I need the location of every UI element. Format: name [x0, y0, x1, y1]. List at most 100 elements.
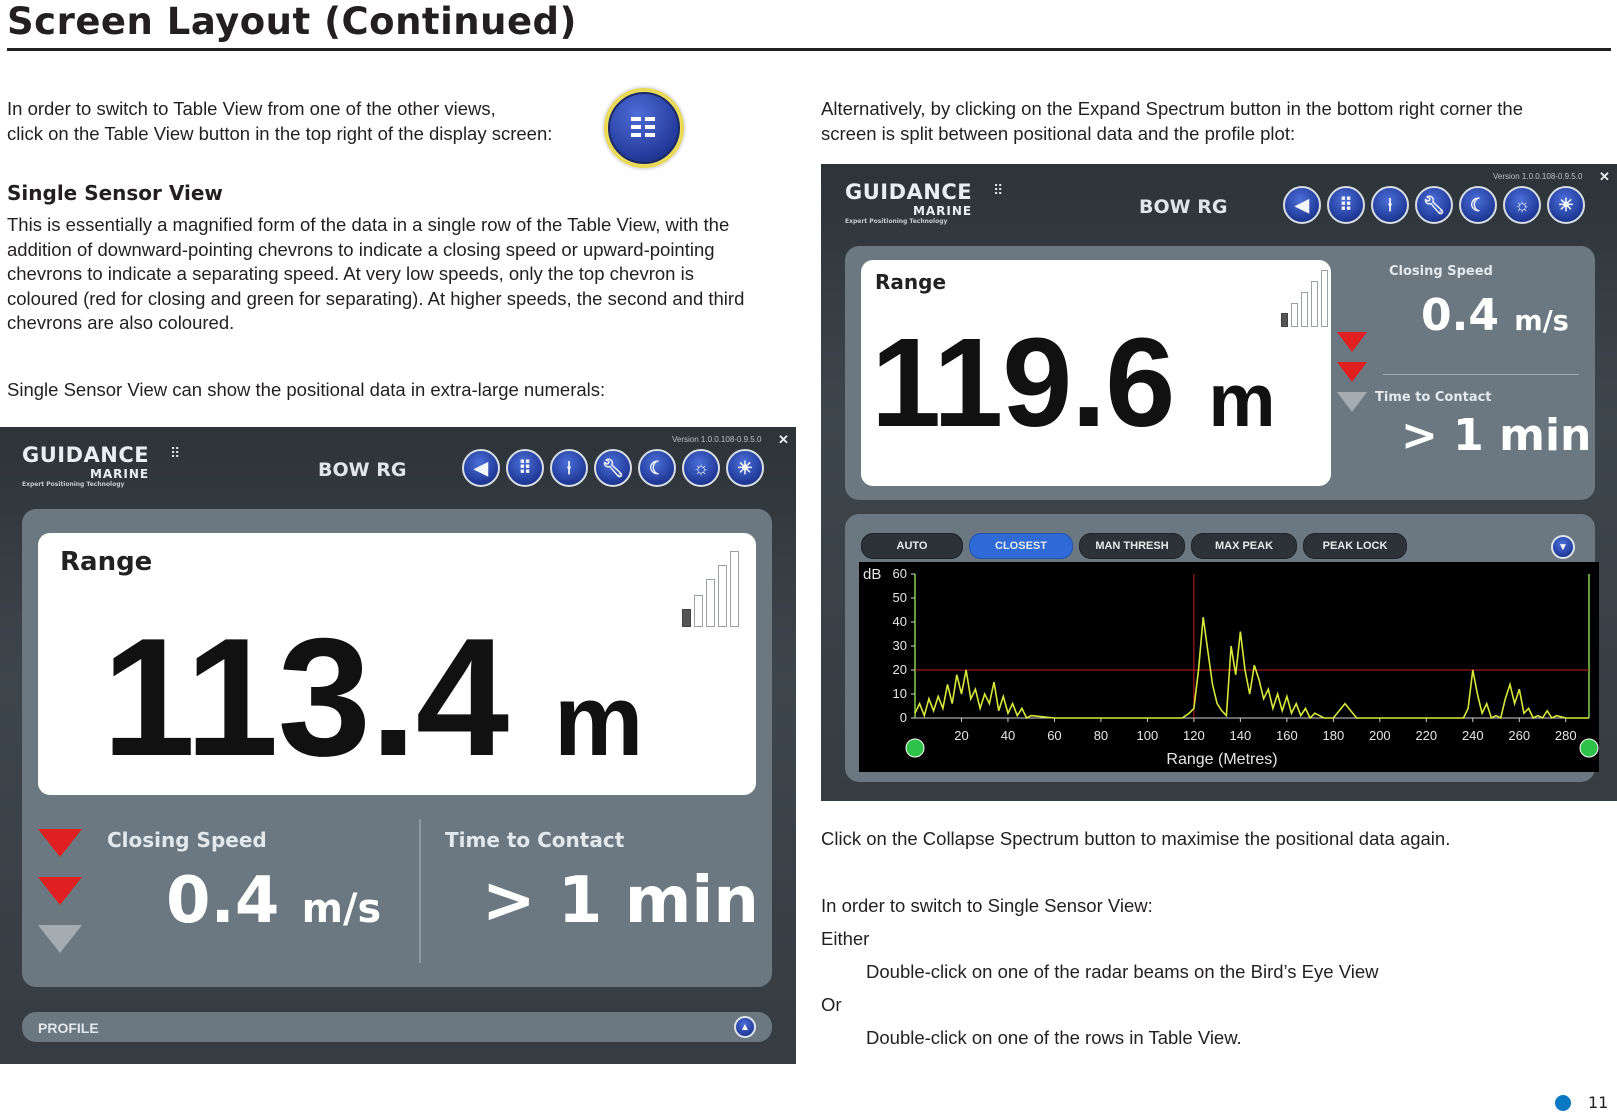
mode-man-thresh-button[interactable]: MAN THRESH [1079, 533, 1185, 559]
sensor-name: BOW RG [1139, 196, 1228, 218]
x-tick-label: 220 [1415, 728, 1437, 743]
table-view-button-sample [604, 88, 684, 168]
spectrum-plot: 0 10 20 30 40 50 60 20 40 60 80 100 120 140 160 180 200 2… [863, 566, 1599, 768]
divider [1383, 374, 1579, 375]
time-to-contact-label: Time to Contact [1375, 390, 1492, 405]
profile-bar[interactable]: PROFILE ▲ [22, 1012, 772, 1042]
closing-number: 0.4 [166, 864, 280, 938]
closing-speed-value: 0.4 m/s [1421, 294, 1569, 338]
intro-text-left: In order to switch to Table View from on… [7, 97, 552, 146]
closing-chevron-icon [1337, 332, 1367, 352]
y-tick-label: 0 [900, 710, 907, 725]
range-unit: m [553, 665, 644, 777]
mode-auto-button[interactable]: AUTO [861, 533, 963, 559]
mode-peak-lock-button[interactable]: PEAK LOCK [1303, 533, 1407, 559]
page-title: Screen Layout (Continued) [7, 0, 577, 43]
close-icon[interactable]: ✕ [778, 432, 789, 448]
range-value: 119.6 m [871, 320, 1276, 446]
logo-dots-icon: ⠿ [170, 445, 181, 461]
x-tick-label: 140 [1230, 728, 1252, 743]
y-tick-label: 20 [893, 662, 907, 677]
left-range-handle-icon[interactable] [905, 738, 925, 758]
brightness-up-icon[interactable]: ☀ [726, 449, 764, 487]
table-view-icon [608, 92, 680, 164]
desc-line: This is essentially a magnified form of … [7, 214, 730, 235]
spectrum-chart: 0 10 20 30 40 50 60 20 40 60 80 100 120 140 160 180 200 2… [859, 562, 1599, 772]
right-intro-line-2: screen is split between positional data … [821, 122, 1296, 144]
right-intro-line-1: Alternatively, by clicking on the Expand… [821, 98, 1524, 119]
close-icon[interactable]: ✕ [1599, 169, 1610, 185]
intro-text-right: Alternatively, by clicking on the Expand… [821, 97, 1523, 146]
switch-instructions: In order to switch to Single Sensor View… [821, 895, 1153, 916]
y-axis-label: dB [863, 566, 881, 583]
beacon-icon[interactable]: ⍿ [1371, 186, 1409, 224]
desc-line: chevrons are also coloured. [7, 312, 235, 333]
title-rule [7, 48, 1611, 51]
table-view-icon[interactable]: ⠿ [506, 449, 544, 487]
back-arrow-icon[interactable]: ◀ [462, 449, 500, 487]
closing-speed-value: 0.4 m/s [166, 869, 381, 933]
expanded-spectrum-screenshot: GUIDANCE MARINE Expert Positioning Techn… [821, 164, 1617, 801]
signal-strength-icon [682, 551, 739, 627]
range-unit: m [1208, 359, 1275, 443]
y-tick-label: 10 [893, 686, 907, 701]
x-tick-label: 60 [1047, 728, 1061, 743]
night-mode-icon[interactable]: ☾ [1459, 186, 1497, 224]
closing-speed-label: Closing Speed [1389, 264, 1493, 279]
range-number: 119.6 [871, 312, 1175, 453]
range-value: 113.4 m [102, 613, 644, 781]
range-label: Range [875, 270, 947, 294]
wrench-icon[interactable]: 🔧︎ [1415, 186, 1453, 224]
or-label: Or [821, 994, 842, 1015]
version-label: Version 1.0.0.108-0.9.5.0 [1493, 172, 1583, 181]
single-sensor-description: This is essentially a magnified form of … [7, 213, 744, 336]
collapse-spectrum-text: Click on the Collapse Spectrum button to… [821, 828, 1451, 849]
inactive-chevron-icon [1337, 392, 1367, 412]
sensor-name: BOW RG [318, 459, 407, 481]
x-tick-label: 160 [1276, 728, 1298, 743]
section-heading: Single Sensor View [7, 181, 223, 205]
wrench-icon[interactable]: 🔧︎ [594, 449, 632, 487]
desc-line: addition of downward-pointing chevrons t… [7, 238, 715, 260]
x-axis-label: Range (Metres) [1166, 751, 1277, 768]
intro-line-1: In order to switch to Table View from on… [7, 98, 496, 119]
mode-closest-button[interactable]: CLOSEST [969, 533, 1073, 559]
toolbar-icons: ◀ ⠿ ⍿ 🔧︎ ☾ ☼ ☀ [1283, 186, 1585, 224]
right-range-handle-icon[interactable] [1579, 738, 1599, 758]
closing-unit: m/s [1514, 306, 1569, 337]
brightness-down-icon[interactable]: ☼ [682, 449, 720, 487]
night-mode-icon[interactable]: ☾ [638, 449, 676, 487]
mode-max-peak-button[interactable]: MAX PEAK [1191, 533, 1297, 559]
guidance-marine-logo: GUIDANCE MARINE Expert Positioning Techn… [22, 443, 150, 488]
x-tick-label: 200 [1369, 728, 1391, 743]
x-tick-label: 280 [1555, 728, 1577, 743]
signal-strength-icon [1281, 270, 1328, 327]
closing-unit: m/s [301, 886, 382, 932]
x-tick-label: 100 [1137, 728, 1159, 743]
expand-spectrum-icon[interactable]: ▲ [734, 1016, 756, 1038]
toolbar-icons: ◀ ⠿ ⍿ 🔧︎ ☾ ☼ ☀ [462, 449, 764, 487]
option-2-text: Double-click on one of the rows in Table… [866, 1027, 1242, 1048]
range-number: 113.4 [102, 603, 509, 791]
x-tick-label: 20 [954, 728, 968, 743]
either-label: Either [821, 928, 870, 949]
table-view-icon[interactable]: ⠿ [1327, 186, 1365, 224]
time-to-contact-label: Time to Contact [445, 828, 625, 852]
spectrum-trace [914, 617, 1589, 720]
brightness-up-icon[interactable]: ☀ [1547, 186, 1585, 224]
brightness-down-icon[interactable]: ☼ [1503, 186, 1541, 224]
page-dot-icon [1555, 1095, 1571, 1111]
desc-line: coloured (red for closing and green for … [7, 287, 745, 309]
profile-label: PROFILE [38, 1020, 99, 1036]
large-numerals-text: Single Sensor View can show the position… [7, 379, 606, 400]
x-tick-label: 40 [1001, 728, 1015, 743]
logo-dots-icon: ⠿ [993, 182, 1004, 198]
x-tick-label: 120 [1183, 728, 1205, 743]
back-arrow-icon[interactable]: ◀ [1283, 186, 1321, 224]
collapse-spectrum-icon[interactable]: ▼ [1551, 535, 1575, 559]
divider [419, 819, 421, 963]
closing-number: 0.4 [1421, 290, 1499, 341]
beacon-icon[interactable]: ⍿ [550, 449, 588, 487]
closing-speed-label: Closing Speed [107, 828, 267, 852]
page-number: 11 [1588, 1093, 1609, 1112]
